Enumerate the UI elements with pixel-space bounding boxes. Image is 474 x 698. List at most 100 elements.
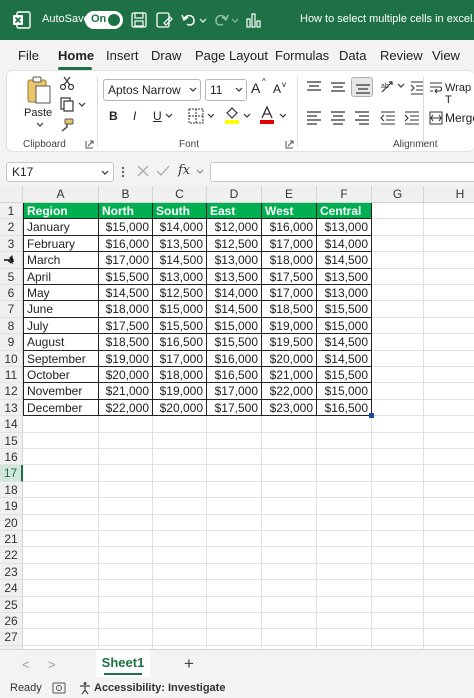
grid-cell[interactable] xyxy=(23,547,99,564)
cut-icon[interactable] xyxy=(59,75,75,91)
sales-cell[interactable]: $19,000 xyxy=(99,350,153,367)
grid-cell[interactable] xyxy=(99,580,153,597)
sales-cell[interactable]: $13,000 xyxy=(317,285,372,302)
row-header-13[interactable]: 13 xyxy=(0,399,23,417)
grid-cell[interactable] xyxy=(99,547,153,564)
sales-cell[interactable]: $15,500 xyxy=(317,301,372,318)
grid-cell[interactable] xyxy=(317,465,372,482)
increase-indent-icon[interactable] xyxy=(403,109,421,125)
month-cell[interactable]: February xyxy=(23,235,99,253)
sales-cell[interactable]: $16,500 xyxy=(153,334,207,351)
tab-view[interactable]: View xyxy=(432,48,460,63)
sales-cell[interactable]: $17,000 xyxy=(153,350,207,367)
grid-cell[interactable] xyxy=(262,416,317,433)
grid-cell[interactable] xyxy=(372,235,424,253)
grid-cell[interactable] xyxy=(317,580,372,597)
sales-cell[interactable]: $15,000 xyxy=(99,219,153,236)
grid-cell[interactable] xyxy=(23,465,99,482)
grid-cell[interactable] xyxy=(424,351,474,367)
month-cell[interactable]: May xyxy=(23,285,99,302)
grid-cell[interactable] xyxy=(424,515,474,531)
align-middle-icon[interactable] xyxy=(329,79,347,95)
paste-label[interactable]: Paste xyxy=(24,107,52,119)
sales-cell[interactable]: $13,500 xyxy=(153,235,207,253)
row-header-14[interactable]: 14 xyxy=(0,416,23,433)
grid-cell[interactable] xyxy=(262,514,317,531)
save-icon[interactable] xyxy=(130,11,148,29)
grid-cell[interactable] xyxy=(372,449,424,466)
align-left-icon[interactable] xyxy=(305,109,323,125)
grid-cell[interactable] xyxy=(99,596,153,613)
grid-cell[interactable] xyxy=(424,285,474,302)
grid-cell[interactable] xyxy=(262,613,317,630)
column-header-a[interactable]: A xyxy=(23,186,99,203)
grid-cell[interactable] xyxy=(262,580,317,597)
merge-button[interactable]: Merge xyxy=(445,111,474,125)
row-header-3[interactable]: 3 xyxy=(0,235,23,253)
grid-cell[interactable] xyxy=(207,613,262,630)
undo-icon[interactable] xyxy=(180,11,198,29)
sales-cell[interactable]: $22,000 xyxy=(99,399,153,417)
month-cell[interactable]: September xyxy=(23,350,99,367)
grid-cell[interactable] xyxy=(23,531,99,548)
merge-icon[interactable] xyxy=(429,111,443,125)
sheet-prev-button[interactable]: < xyxy=(22,657,30,672)
sales-cell[interactable]: $14,500 xyxy=(153,252,207,269)
align-bottom-button[interactable] xyxy=(351,77,373,97)
cancel-icon[interactable] xyxy=(136,164,150,178)
row-header-1[interactable]: 1 xyxy=(0,203,23,220)
month-cell[interactable]: March xyxy=(23,252,99,269)
grid-cell[interactable] xyxy=(262,596,317,613)
sales-cell[interactable]: $18,000 xyxy=(262,252,317,269)
grid-cell[interactable] xyxy=(424,498,474,515)
grid-cell[interactable] xyxy=(424,531,474,548)
grid-cell[interactable] xyxy=(372,334,424,351)
grid-cell[interactable] xyxy=(207,498,262,515)
grid-cell[interactable] xyxy=(372,416,424,433)
grid-cell[interactable] xyxy=(317,596,372,613)
sales-cell[interactable]: $17,500 xyxy=(262,268,317,285)
grid-cell[interactable] xyxy=(207,596,262,613)
grid-cell[interactable] xyxy=(153,432,207,449)
clipboard-launcher-icon[interactable] xyxy=(85,140,94,149)
grid-cell[interactable] xyxy=(23,613,99,630)
row-header-11[interactable]: 11 xyxy=(0,367,23,384)
row-header-17[interactable]: 17 xyxy=(0,465,23,482)
grid-cell[interactable] xyxy=(99,465,153,482)
month-cell[interactable]: August xyxy=(23,334,99,351)
grid-cell[interactable] xyxy=(424,613,474,630)
enter-check-icon[interactable] xyxy=(156,164,170,178)
grid-cell[interactable] xyxy=(372,268,424,285)
fill-handle[interactable] xyxy=(369,413,374,419)
format-painter-icon[interactable] xyxy=(59,117,75,133)
column-header-b[interactable]: B xyxy=(99,186,153,203)
sales-cell[interactable]: $21,000 xyxy=(262,367,317,384)
row-header-26[interactable]: 26 xyxy=(0,613,23,630)
grid-cell[interactable] xyxy=(317,498,372,515)
grid-cell[interactable] xyxy=(23,416,99,433)
sales-cell[interactable]: $20,000 xyxy=(153,399,207,417)
sales-cell[interactable]: $19,500 xyxy=(262,334,317,351)
grid-cell[interactable] xyxy=(424,449,474,466)
sheet-next-button[interactable]: > xyxy=(48,657,56,672)
grid-cell[interactable] xyxy=(262,481,317,499)
grid-cell[interactable] xyxy=(23,498,99,515)
formula-input[interactable] xyxy=(210,162,474,182)
grid-cell[interactable] xyxy=(372,596,424,613)
save-as-icon[interactable] xyxy=(155,11,173,29)
column-header-c[interactable]: C xyxy=(153,186,207,203)
grid-cell[interactable] xyxy=(317,481,372,499)
column-header-d[interactable]: D xyxy=(207,186,262,203)
grid-cell[interactable] xyxy=(99,629,153,646)
grid-cell[interactable] xyxy=(317,514,372,531)
redo-dropdown-icon[interactable] xyxy=(230,11,240,29)
sales-cell[interactable]: $20,000 xyxy=(262,350,317,367)
row-header-6[interactable]: 6 xyxy=(0,285,23,302)
grid-cell[interactable] xyxy=(153,563,207,581)
row-header-8[interactable]: 8 xyxy=(0,317,23,335)
row-header-20[interactable]: 20 xyxy=(0,514,23,531)
grid-cell[interactable] xyxy=(153,481,207,499)
grid-cell[interactable] xyxy=(99,481,153,499)
table-header-cell[interactable]: South xyxy=(153,203,207,220)
accessibility-icon[interactable] xyxy=(78,681,92,695)
